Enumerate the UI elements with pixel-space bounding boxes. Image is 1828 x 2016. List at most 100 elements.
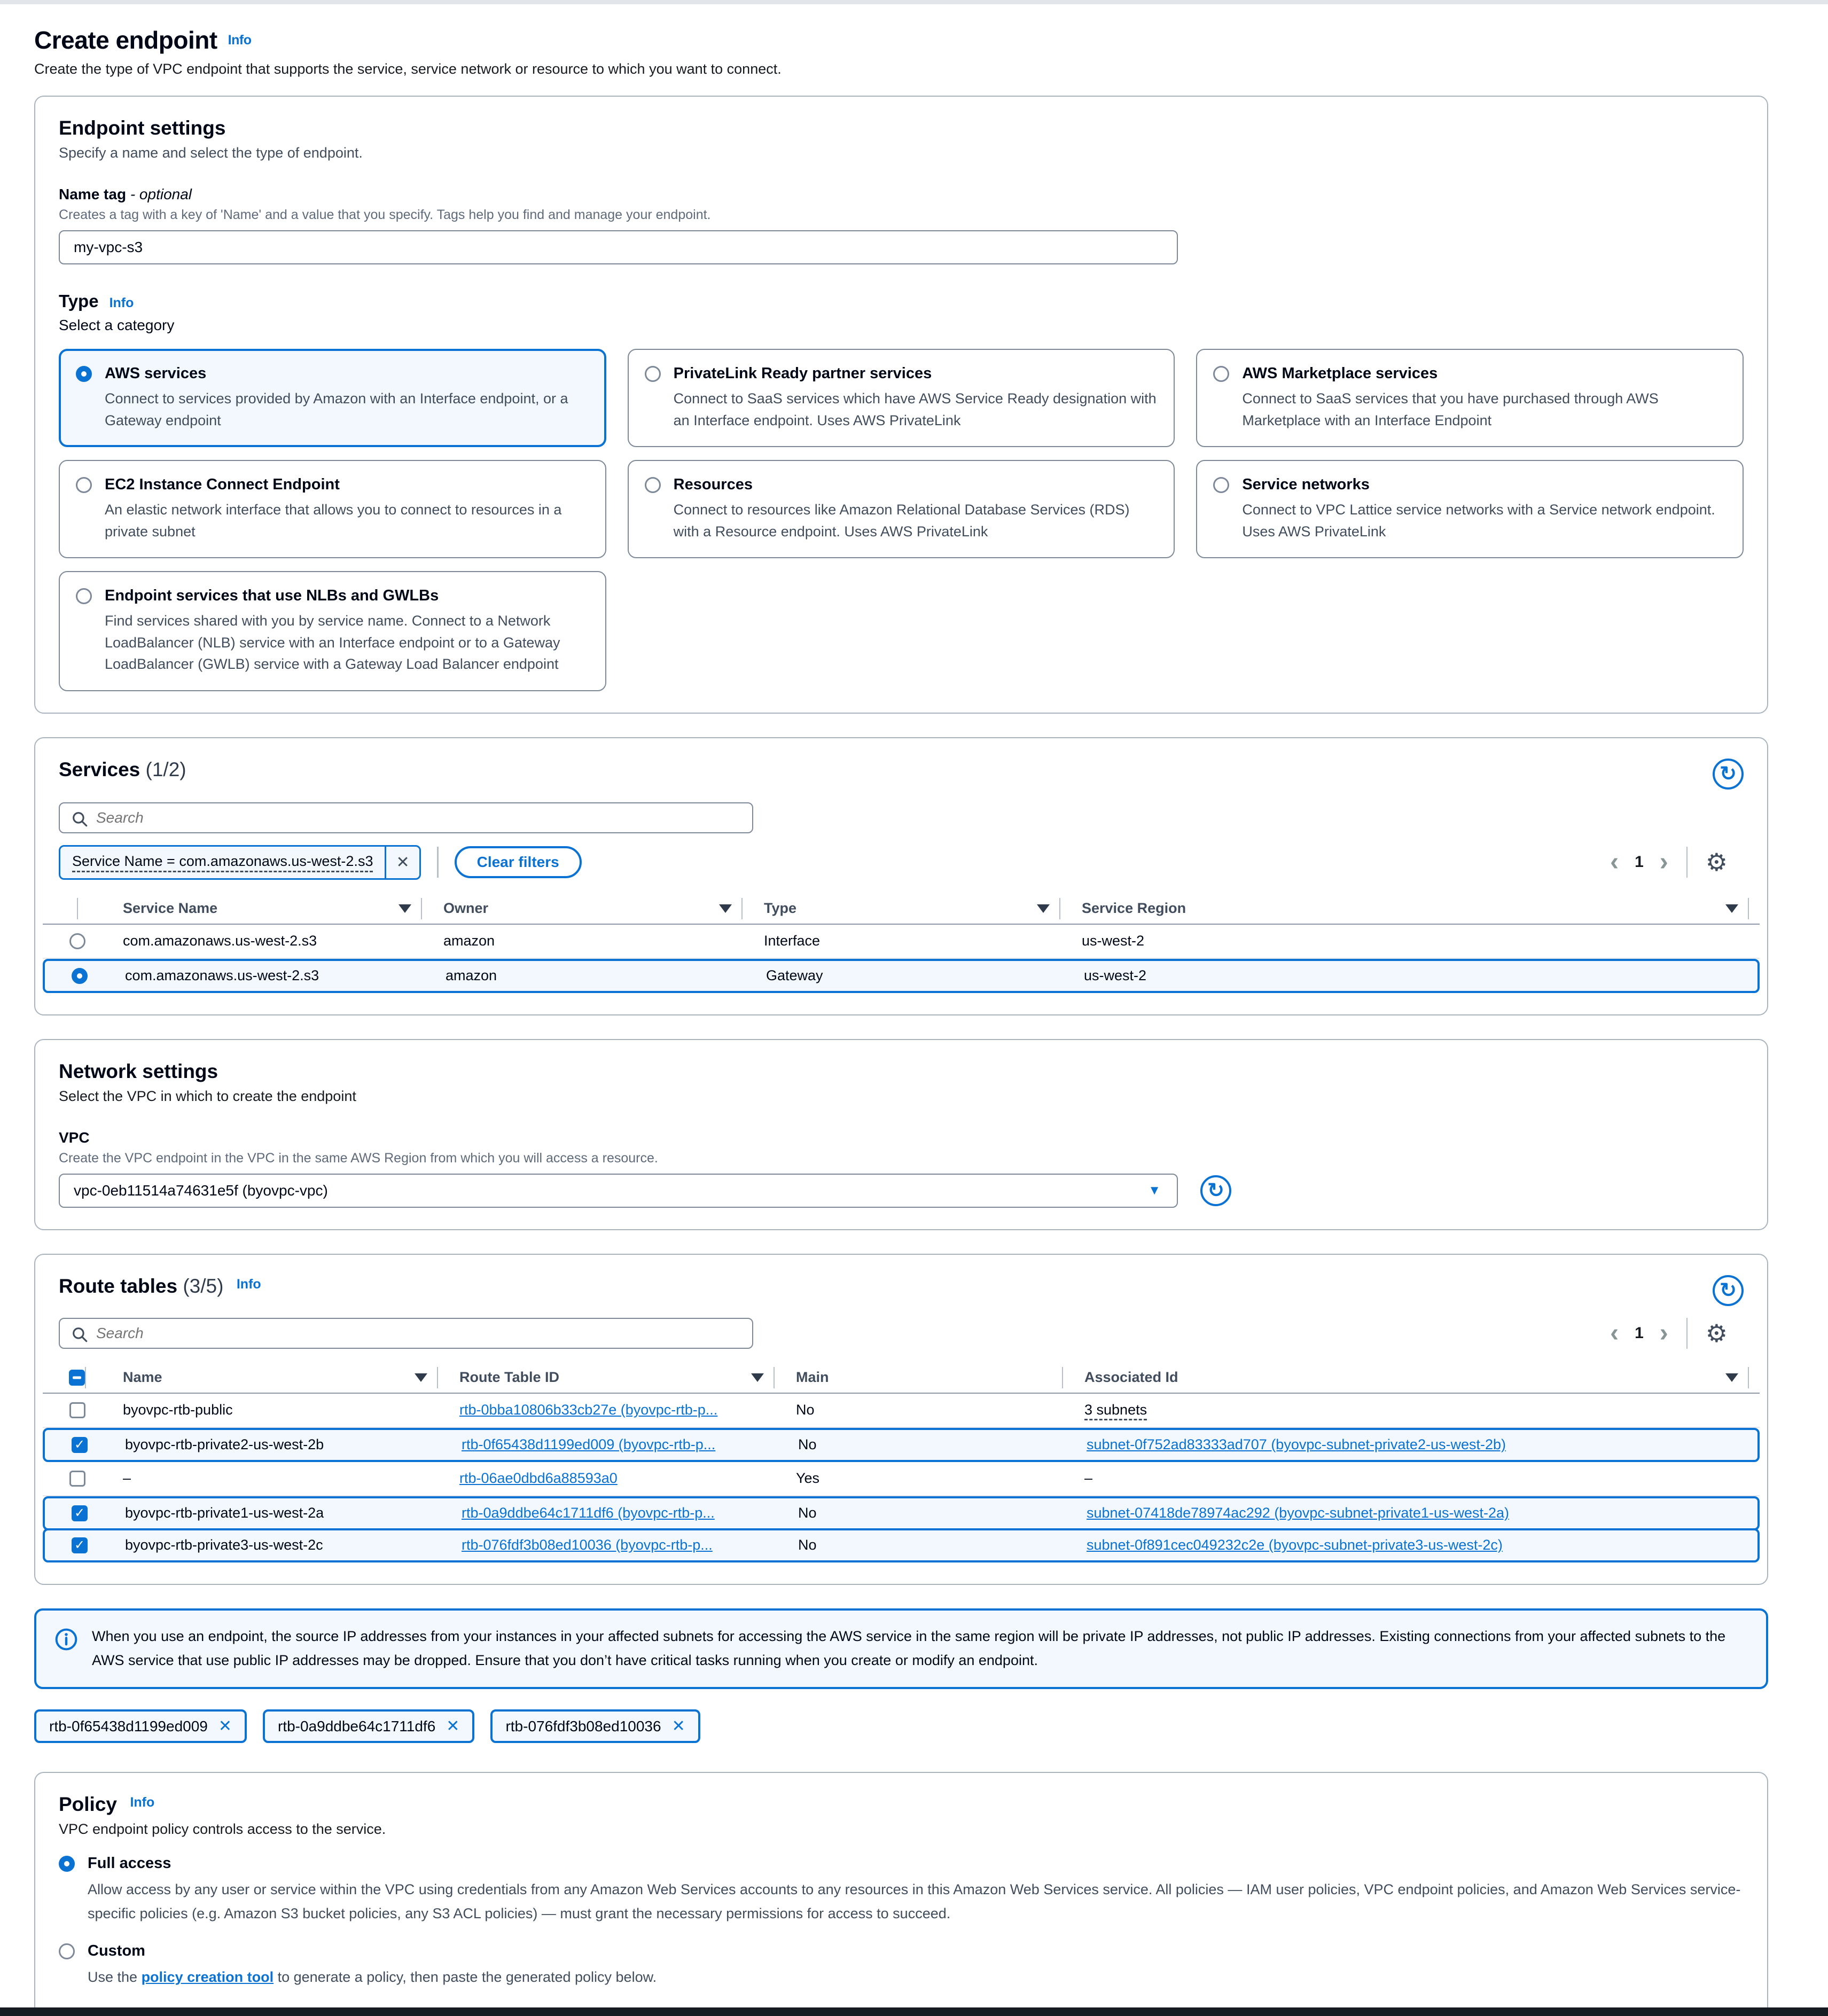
route-table-token[interactable]: rtb-076fdf3b08ed10036 ✕ [490,1709,700,1743]
policy-info-link[interactable]: Info [130,1795,154,1810]
service-row-gateway-selected[interactable]: com.amazonaws.us-west-2.s3 amazon Gatewa… [43,959,1760,993]
filter-column-icon[interactable] [751,1373,764,1382]
subnets-popover-trigger[interactable]: 3 subnets [1084,1402,1147,1420]
radio-icon[interactable] [76,588,92,604]
route-table-id-link[interactable]: rtb-076fdf3b08ed10036 (byovpc-rtb-p... [462,1537,713,1553]
previous-page-icon[interactable]: ‹ [1610,1320,1619,1346]
route-table-row-main[interactable]: – rtb-06ae0dbd6a88593a0 Yes – [43,1462,1760,1496]
service-row-interface[interactable]: com.amazonaws.us-west-2.s3 amazon Interf… [43,925,1760,959]
services-search-input[interactable] [59,802,753,833]
route-table-row-private1-selected[interactable]: byovpc-rtb-private1-us-west-2a rtb-0a9dd… [43,1496,1760,1530]
associated-subnet-link[interactable]: subnet-07418de78974ac292 (byovpc-subnet-… [1087,1505,1509,1521]
route-tables-search[interactable] [59,1318,753,1349]
policy-full-access-option[interactable]: Full access [59,1855,1744,1872]
page-info-link[interactable]: Info [228,33,252,48]
policy-editor-top-edge [0,2007,1828,2016]
radio-icon[interactable] [76,477,92,493]
route-tables-search-input[interactable] [59,1318,753,1349]
page-subtitle: Create the type of VPC endpoint that sup… [34,61,1768,77]
services-refresh-button[interactable]: ↻ [1713,759,1744,790]
filter-column-icon[interactable] [415,1373,427,1382]
dismiss-icon[interactable]: ✕ [446,1717,459,1736]
route-table-row-private2-selected[interactable]: byovpc-rtb-private2-us-west-2b rtb-0f654… [43,1428,1760,1462]
services-search[interactable] [59,802,753,833]
type-option-marketplace[interactable]: AWS Marketplace services Connect to SaaS… [1196,349,1744,447]
row-checkbox[interactable] [69,1471,85,1487]
radio-icon[interactable] [645,477,661,493]
route-table-token[interactable]: rtb-0f65438d1199ed009 ✕ [34,1709,247,1743]
route-table-id-link[interactable]: rtb-0bba10806b33cb27e (byovpc-rtb-p... [459,1402,717,1418]
policy-title: Policy [59,1793,117,1815]
vertical-divider [1686,1318,1688,1349]
refresh-icon: ↻ [1720,1278,1737,1302]
route-table-id-link[interactable]: rtb-06ae0dbd6a88593a0 [459,1470,618,1486]
route-table-row-private3-selected[interactable]: byovpc-rtb-private3-us-west-2c rtb-076fd… [43,1528,1760,1562]
network-settings-title: Network settings [59,1060,218,1082]
dismiss-icon: ✕ [396,853,409,872]
clear-filters-button[interactable]: Clear filters [455,846,582,878]
route-tables-refresh-button[interactable]: ↻ [1713,1275,1744,1306]
endpoint-settings-desc: Specify a name and select the type of en… [59,145,1744,161]
page-title-text: Create endpoint [34,26,217,54]
policy-creation-tool-link[interactable]: policy creation tool [142,1969,274,1985]
endpoint-settings-card: Endpoint settings Specify a name and sel… [34,96,1768,714]
filter-column-icon[interactable] [399,904,411,913]
route-tables-count: (3/5) [183,1275,223,1297]
selected-route-table-tokens: rtb-0f65438d1199ed009 ✕ rtb-0a9ddbe64c17… [34,1709,1768,1743]
filter-column-icon[interactable] [719,904,732,913]
filter-column-icon[interactable] [1037,904,1050,913]
radio-icon[interactable] [69,933,85,949]
select-all-checkbox-indeterminate[interactable] [69,1370,85,1386]
vpc-refresh-button[interactable]: ↻ [1200,1175,1231,1206]
services-page-number[interactable]: 1 [1635,853,1644,871]
route-tables-page-number[interactable]: 1 [1635,1324,1644,1342]
type-option-resources[interactable]: Resources Connect to resources like Amaz… [628,460,1175,558]
services-card: Services (1/2) ↻ Service Name = com.amaz… [34,737,1768,1015]
previous-page-icon[interactable]: ‹ [1610,849,1619,875]
refresh-icon: ↻ [1207,1178,1224,1202]
radio-icon[interactable] [59,1943,75,1959]
name-tag-input[interactable] [59,230,1178,264]
gear-icon[interactable]: ⚙ [1706,1321,1728,1346]
row-checkbox-checked[interactable] [72,1437,88,1453]
type-option-privatelink-partner[interactable]: PrivateLink Ready partner services Conne… [628,349,1175,447]
radio-icon[interactable] [1213,366,1229,382]
route-table-token[interactable]: rtb-0a9ddbe64c1711df6 ✕ [263,1709,474,1743]
next-page-icon[interactable]: › [1660,849,1668,875]
services-pagination: ‹ 1 › ⚙ [1610,847,1728,878]
radio-icon[interactable] [645,366,661,382]
dismiss-icon[interactable]: ✕ [672,1717,685,1736]
network-settings-desc: Select the VPC in which to create the en… [59,1088,1744,1105]
radio-icon[interactable] [1213,477,1229,493]
next-page-icon[interactable]: › [1660,1320,1668,1346]
filter-column-icon[interactable] [1725,1373,1738,1382]
dismiss-icon[interactable]: ✕ [218,1717,232,1736]
policy-custom-option[interactable]: Custom [59,1942,1744,1960]
policy-card: Policy Info VPC endpoint policy controls… [34,1772,1768,2007]
associated-subnet-link[interactable]: subnet-0f752ad83333ad707 (byovpc-subnet-… [1087,1436,1506,1452]
radio-selected-icon[interactable] [59,1856,75,1872]
route-table-id-link[interactable]: rtb-0f65438d1199ed009 (byovpc-rtb-p... [462,1436,715,1452]
filter-chip-dismiss-button[interactable]: ✕ [385,847,419,878]
name-tag-optional: - optional [130,186,192,202]
route-table-row-public[interactable]: byovpc-rtb-public rtb-0bba10806b33cb27e … [43,1394,1760,1428]
row-checkbox-checked[interactable] [72,1505,88,1521]
type-option-nlb-gwlb[interactable]: Endpoint services that use NLBs and GWLB… [59,571,606,691]
type-info-link[interactable]: Info [110,295,134,311]
gear-icon[interactable]: ⚙ [1706,850,1728,874]
route-tables-info-link[interactable]: Info [237,1277,261,1292]
type-option-ec2-instance-connect[interactable]: EC2 Instance Connect Endpoint An elastic… [59,460,606,558]
type-option-service-networks[interactable]: Service networks Connect to VPC Lattice … [1196,460,1744,558]
filter-column-icon[interactable] [1725,904,1738,913]
service-name-filter-chip[interactable]: Service Name = com.amazonaws.us-west-2.s… [59,845,421,880]
radio-selected-icon[interactable] [76,366,92,382]
row-checkbox[interactable] [69,1402,85,1418]
row-checkbox-checked[interactable] [72,1537,88,1553]
vpc-select[interactable]: vpc-0eb11514a74631e5f (byovpc-vpc) ▼ [59,1174,1178,1208]
radio-selected-icon[interactable] [72,968,88,984]
route-table-id-link[interactable]: rtb-0a9ddbe64c1711df6 (byovpc-rtb-p... [462,1505,715,1521]
type-option-aws-services[interactable]: AWS services Connect to services provide… [59,349,606,447]
route-tables-card: Route tables (3/5) Info ↻ ‹ 1 › ⚙ Name [34,1254,1768,1585]
associated-subnet-link[interactable]: subnet-0f891cec049232c2e (byovpc-subnet-… [1087,1537,1503,1553]
refresh-icon: ↻ [1720,762,1737,786]
